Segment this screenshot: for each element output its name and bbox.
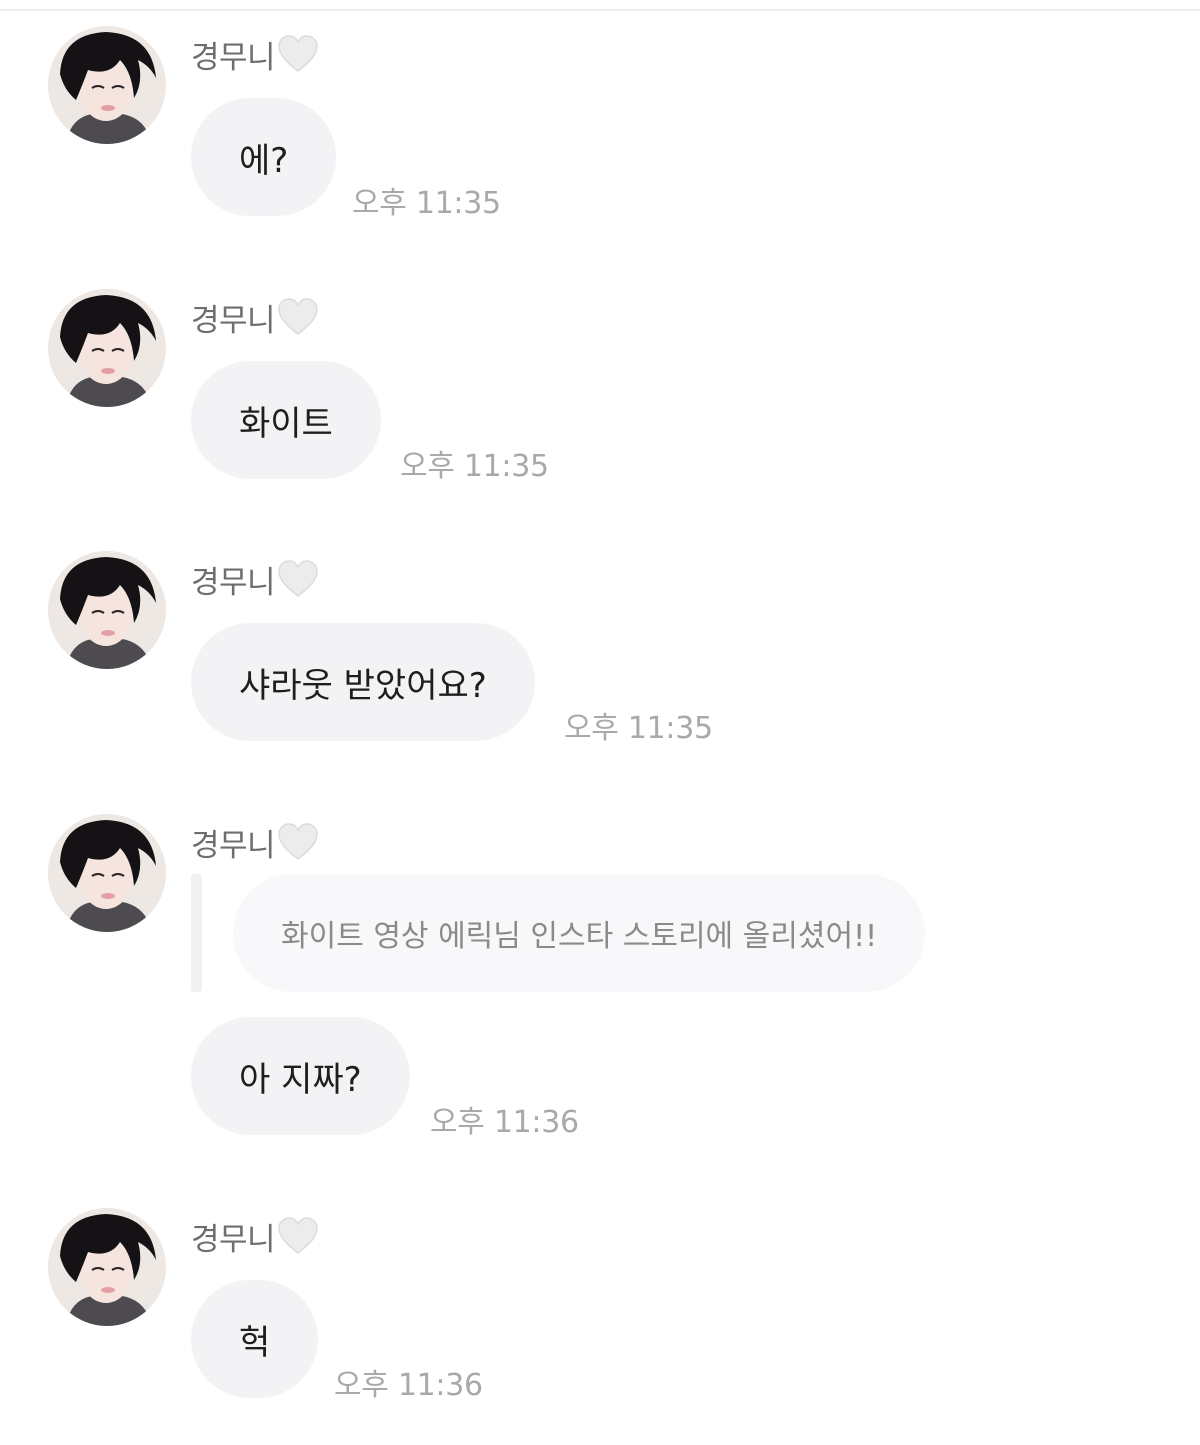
message-bubble[interactable]: 에? (191, 98, 337, 216)
message-time: 오후 11:36 (334, 1368, 483, 1403)
avatar[interactable] (48, 289, 166, 407)
message-text: 에? (239, 140, 289, 181)
avatar[interactable] (48, 1208, 166, 1326)
top-divider (0, 9, 1200, 11)
message-bubble[interactable]: 헉 (191, 1280, 319, 1398)
white-heart-icon (277, 822, 319, 862)
message-group-3: 경무니 샤라웃 받았어요? 오후 11:35 (0, 551, 1200, 751)
white-heart-icon (277, 1216, 319, 1256)
message-time: 오후 11:35 (400, 449, 549, 484)
message-time: 오후 11:35 (564, 711, 713, 746)
white-heart-icon (277, 34, 319, 74)
message-group-2: 경무니 화이트 오후 11:35 (0, 289, 1200, 489)
sender-name: 경무니 (191, 827, 276, 864)
avatar-photo (48, 1208, 166, 1326)
message-bubble[interactable]: 샤라웃 받았어요? (191, 623, 535, 741)
sender-name: 경무니 (191, 564, 276, 601)
message-text: 아 지짜? (239, 1059, 362, 1100)
message-bubble[interactable]: 화이트 (191, 361, 381, 479)
sender-name: 경무니 (191, 302, 276, 339)
sender-name: 경무니 (191, 39, 276, 76)
message-group-5: 경무니 헉 오후 11:36 (0, 1208, 1200, 1408)
message-time: 오후 11:36 (430, 1105, 579, 1140)
avatar[interactable] (48, 814, 166, 932)
message-text: 샤라웃 받았어요? (239, 665, 487, 706)
avatar[interactable] (48, 26, 166, 144)
message-time: 오후 11:35 (352, 186, 501, 221)
message-text: 헉 (239, 1322, 271, 1363)
message-text: 화이트 (239, 403, 333, 444)
avatar-photo (48, 814, 166, 932)
avatar[interactable] (48, 551, 166, 669)
message-group-4: 경무니 화이트 영상 에릭님 인스타 스토리에 올리셨어!! 아 지짜? 오후 … (0, 814, 1200, 1154)
message-bubble[interactable]: 아 지짜? (191, 1017, 410, 1135)
sender-name: 경무니 (191, 1221, 276, 1258)
reply-quote-bubble[interactable]: 화이트 영상 에릭님 인스타 스토리에 올리셨어!! (233, 874, 926, 992)
avatar-photo (48, 26, 166, 144)
sender-row: 경무니 (191, 559, 319, 601)
avatar-photo (48, 551, 166, 669)
reply-indicator-bar (191, 874, 202, 992)
message-group-1: 경무니 에? 오후 11:35 (0, 26, 1200, 226)
sender-row: 경무니 (191, 822, 319, 864)
sender-row: 경무니 (191, 297, 319, 339)
sender-row: 경무니 (191, 1216, 319, 1258)
white-heart-icon (277, 297, 319, 337)
reply-quote-text: 화이트 영상 에릭님 인스타 스토리에 올리셨어!! (281, 919, 878, 954)
sender-row: 경무니 (191, 34, 319, 76)
avatar-photo (48, 289, 166, 407)
white-heart-icon (277, 559, 319, 599)
